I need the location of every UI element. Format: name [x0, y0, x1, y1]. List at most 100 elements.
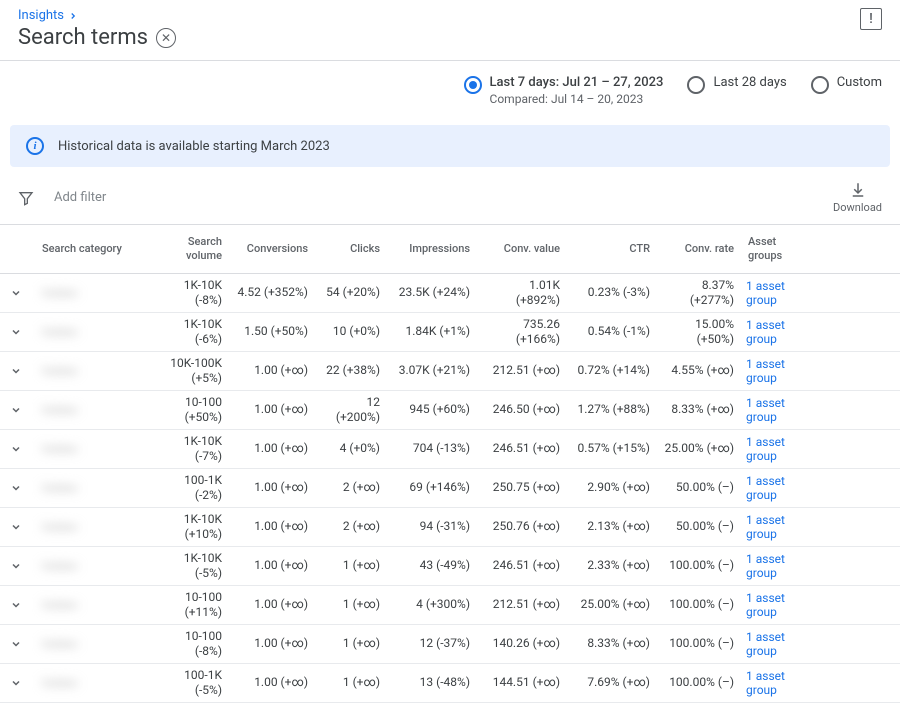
table-row: hidden10K-100K(+5%)1.00 (+∞)22 (+38%)3.0…	[0, 352, 900, 391]
radio-icon	[687, 76, 705, 94]
impressions-cell: 13 (-48%)	[386, 675, 476, 690]
expand-row-icon[interactable]	[4, 404, 36, 416]
expand-row-icon[interactable]	[4, 365, 36, 377]
col-clicks[interactable]: Clicks	[314, 242, 386, 256]
date-range-28-label: Last 28 days	[713, 75, 786, 90]
col-impressions[interactable]: Impressions	[386, 242, 476, 256]
clicks-cell: 1 (+∞)	[314, 597, 386, 612]
expand-row-icon[interactable]	[4, 287, 36, 299]
title-row: Search terms ✕	[18, 25, 176, 50]
search-category-cell: hidden	[36, 637, 156, 651]
filter-icon[interactable]	[18, 190, 34, 206]
close-icon[interactable]: ✕	[156, 28, 176, 48]
asset-groups-link[interactable]: 1 asset group	[740, 552, 818, 580]
table-row: hidden10-100(+50%)1.00 (+∞)12 (+200%)945…	[0, 391, 900, 430]
expand-row-icon[interactable]	[4, 326, 36, 338]
impressions-cell: 69 (+146%)	[386, 480, 476, 495]
asset-groups-link[interactable]: 1 asset group	[740, 513, 818, 541]
col-ctr[interactable]: CTR	[566, 242, 656, 256]
breadcrumb[interactable]: Insights	[18, 8, 176, 23]
table-row: hidden1K-10K (-7%)1.00 (+∞)4 (+0%)704 (-…	[0, 430, 900, 469]
table-row: hidden100-1K (-5%)1.00 (+∞)1 (+∞)13 (-48…	[0, 664, 900, 703]
expand-row-icon[interactable]	[4, 638, 36, 650]
asset-groups-link[interactable]: 1 asset group	[740, 318, 818, 346]
asset-groups-link[interactable]: 1 asset group	[740, 357, 818, 385]
asset-groups-link[interactable]: 1 asset group	[740, 279, 818, 307]
search-category-cell: hidden	[36, 676, 156, 690]
volume-cell: 10K-100K(+5%)	[156, 356, 228, 386]
col-volume[interactable]: Search volume	[156, 235, 228, 263]
asset-groups-link[interactable]: 1 asset group	[740, 630, 818, 658]
radio-icon	[811, 76, 829, 94]
date-range-label: Last 7 days: Jul 21 – 27, 2023	[490, 75, 664, 92]
col-conv-value[interactable]: Conv. value	[476, 242, 566, 256]
expand-row-icon[interactable]	[4, 443, 36, 455]
conv-rate-cell: 100.00% (–)	[656, 597, 740, 612]
expand-row-icon[interactable]	[4, 482, 36, 494]
conversions-cell: 4.52 (+352%)	[228, 285, 314, 300]
expand-row-icon[interactable]	[4, 521, 36, 533]
impressions-cell: 43 (-49%)	[386, 558, 476, 573]
header-left: Insights Search terms ✕	[18, 8, 176, 50]
col-conversions[interactable]: Conversions	[228, 242, 314, 256]
conv-value-cell: 250.75 (+∞)	[476, 480, 566, 495]
volume-cell: 1K-10K (-8%)	[156, 278, 228, 308]
conv-value-cell: 212.51 (+∞)	[476, 597, 566, 612]
ctr-cell: 0.23% (-3%)	[566, 285, 656, 300]
impressions-cell: 3.07K (+21%)	[386, 363, 476, 378]
date-range-last7[interactable]: Last 7 days: Jul 21 – 27, 2023 Compared:…	[464, 75, 664, 107]
ctr-cell: 1.27% (+88%)	[566, 402, 656, 417]
date-range-custom[interactable]: Custom	[811, 75, 882, 107]
col-category[interactable]: Search category	[36, 242, 156, 256]
search-category-cell: hidden	[36, 403, 156, 417]
search-category-cell: hidden	[36, 520, 156, 534]
expand-row-icon[interactable]	[4, 560, 36, 572]
conv-value-cell: 1.01K (+892%)	[476, 278, 566, 308]
asset-groups-link[interactable]: 1 asset group	[740, 474, 818, 502]
table-row: hidden1K-10K (-5%)1.00 (+∞)1 (+∞)43 (-49…	[0, 547, 900, 586]
add-filter-button[interactable]: Add filter	[54, 190, 106, 205]
search-category-cell: hidden	[36, 559, 156, 573]
search-category-cell: hidden	[36, 481, 156, 495]
conv-value-cell: 246.51 (+∞)	[476, 441, 566, 456]
conv-rate-cell: 8.37%(+277%)	[656, 278, 740, 308]
radio-selected-icon	[464, 76, 482, 94]
asset-groups-link[interactable]: 1 asset group	[740, 396, 818, 424]
ctr-cell: 0.54% (-1%)	[566, 324, 656, 339]
volume-cell: 1K-10K (-6%)	[156, 317, 228, 347]
conversions-cell: 1.00 (+∞)	[228, 441, 314, 456]
conv-value-cell: 144.51 (+∞)	[476, 675, 566, 690]
ctr-cell: 8.33% (+∞)	[566, 636, 656, 651]
table-header: Search category Search volume Conversion…	[0, 225, 900, 274]
date-range-last28[interactable]: Last 28 days	[687, 75, 786, 107]
clicks-cell: 1 (+∞)	[314, 675, 386, 690]
conv-value-cell: 212.51 (+∞)	[476, 363, 566, 378]
impressions-cell: 12 (-37%)	[386, 636, 476, 651]
expand-row-icon[interactable]	[4, 599, 36, 611]
search-category-cell: hidden	[36, 325, 156, 339]
info-banner: i Historical data is available starting …	[10, 125, 890, 167]
table-row: hidden10-100 (-8%)1.00 (+∞)1 (+∞)12 (-37…	[0, 625, 900, 664]
conversions-cell: 1.50 (+50%)	[228, 324, 314, 339]
ctr-cell: 2.33% (+∞)	[566, 558, 656, 573]
conv-value-cell: 140.26 (+∞)	[476, 636, 566, 651]
chevron-right-icon	[68, 11, 78, 21]
feedback-icon[interactable]: !	[860, 8, 882, 30]
conversions-cell: 1.00 (+∞)	[228, 480, 314, 495]
conv-rate-cell: 25.00% (+∞)	[656, 441, 740, 456]
volume-cell: 100-1K (-5%)	[156, 668, 228, 698]
col-conv-rate[interactable]: Conv. rate	[656, 242, 740, 256]
expand-row-icon[interactable]	[4, 677, 36, 689]
info-icon: i	[26, 137, 44, 155]
clicks-cell: 54 (+20%)	[314, 285, 386, 300]
page-title: Search terms	[18, 25, 148, 50]
breadcrumb-label: Insights	[18, 8, 64, 23]
ctr-cell: 0.72% (+14%)	[566, 363, 656, 378]
download-button[interactable]: Download	[833, 181, 882, 214]
asset-groups-link[interactable]: 1 asset group	[740, 669, 818, 697]
col-asset-groups[interactable]: Asset groups	[740, 235, 818, 263]
asset-groups-link[interactable]: 1 asset group	[740, 435, 818, 463]
asset-groups-link[interactable]: 1 asset group	[740, 591, 818, 619]
conv-rate-cell: 15.00%(+50%)	[656, 317, 740, 347]
ctr-cell: 0.57% (+15%)	[566, 441, 656, 456]
